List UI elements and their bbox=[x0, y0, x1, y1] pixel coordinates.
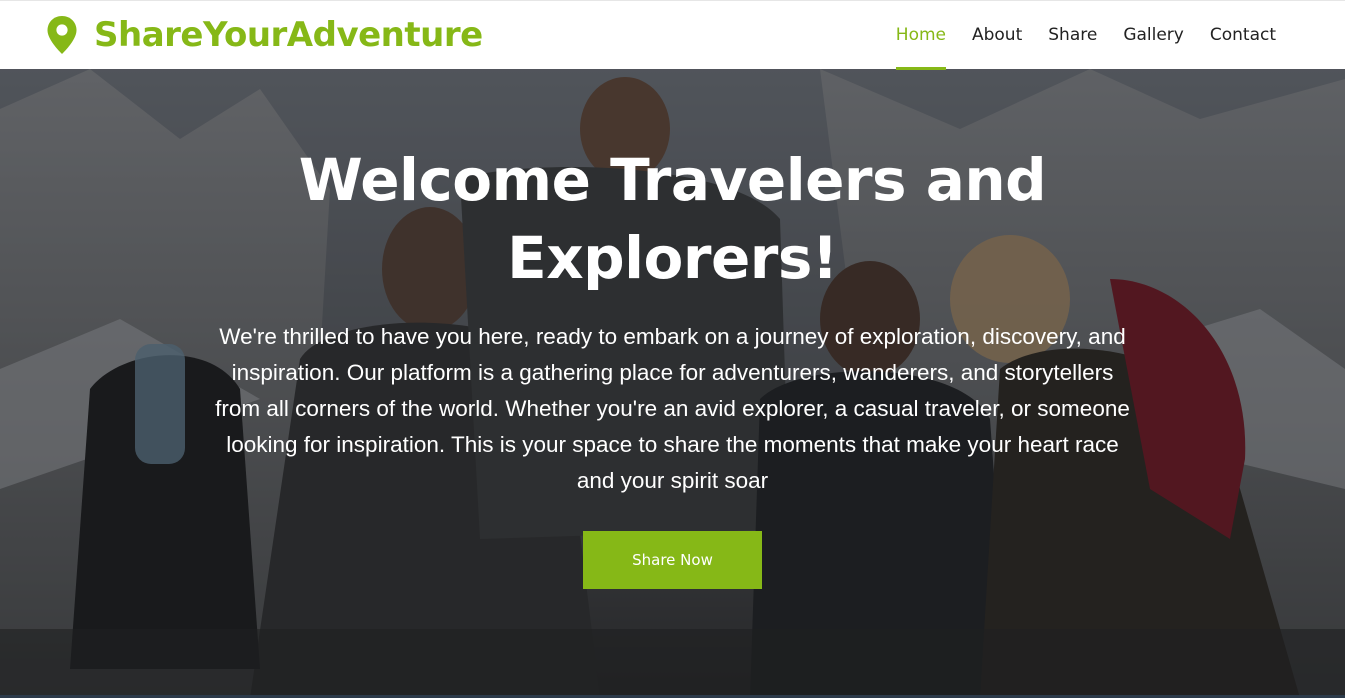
share-now-button[interactable]: Share Now bbox=[583, 531, 762, 589]
nav-item-home[interactable]: Home bbox=[895, 1, 947, 70]
hero-description: We're thrilled to have you here, ready t… bbox=[215, 324, 1130, 493]
hero-title: Welcome Travelers and Explorers! bbox=[298, 146, 1047, 292]
top-navbar: ShareYourAdventure Home About Share Gall… bbox=[0, 0, 1345, 70]
map-pin-icon bbox=[47, 16, 77, 54]
nav-menu: Home About Share Gallery Contact bbox=[870, 1, 1276, 70]
hero-content: Welcome Travelers and Explorers! We're t… bbox=[0, 69, 1345, 589]
nav-item-share[interactable]: Share bbox=[1048, 1, 1097, 70]
nav-item-contact[interactable]: Contact bbox=[1210, 1, 1276, 70]
brand-logo-link[interactable]: ShareYourAdventure bbox=[46, 15, 483, 55]
hero-section: Welcome Travelers and Explorers! We're t… bbox=[0, 69, 1345, 698]
nav-item-gallery[interactable]: Gallery bbox=[1123, 1, 1184, 70]
nav-item-about[interactable]: About bbox=[972, 1, 1022, 70]
brand-name: ShareYourAdventure bbox=[94, 15, 483, 55]
